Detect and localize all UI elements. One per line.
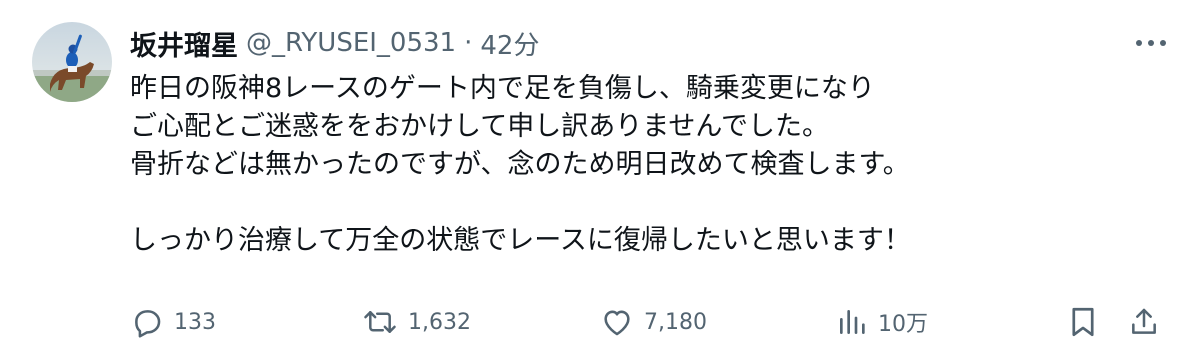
tweet[interactable]: 坂井瑠星 @_RYUSEI_0531 · 42分 昨日の阪神8レースのゲート内で…	[0, 0, 1201, 359]
tweet-text-line: 昨日の阪神8レースのゲート内で足を負傷し、騎乗変更になり	[130, 73, 875, 104]
tweet-text-line	[130, 184, 1160, 222]
bookmark-button[interactable]	[1068, 302, 1098, 342]
action-bar: 133 1,632 7,180 10万	[130, 302, 1170, 342]
display-name[interactable]: 坂井瑠星	[130, 24, 238, 63]
like-count: 7,180	[644, 309, 707, 335]
like-icon	[600, 305, 634, 339]
tweet-header: 坂井瑠星 @_RYUSEI_0531 · 42分	[130, 24, 539, 63]
reply-icon	[130, 305, 164, 339]
retweet-count: 1,632	[408, 309, 471, 335]
avatar-image	[32, 22, 112, 102]
bookmark-icon	[1068, 305, 1098, 339]
retweet-button[interactable]: 1,632	[362, 302, 471, 342]
tweet-text-line: ご心配とご迷惑ををおかけして申し訳ありませんでした。	[130, 111, 830, 142]
like-button[interactable]: 7,180	[600, 302, 707, 342]
timestamp[interactable]: 42分	[480, 25, 539, 62]
share-icon	[1128, 305, 1160, 339]
more-button[interactable]	[1131, 26, 1171, 60]
tweet-text: 昨日の阪神8レースのゲート内で足を負傷し、騎乗変更になり ご心配とご迷惑ををおか…	[130, 70, 1160, 260]
share-button[interactable]	[1128, 302, 1160, 342]
tweet-text-line: 骨折などは無かったのですが、念のため明日改めて検査します。	[130, 149, 910, 180]
retweet-icon	[362, 305, 398, 339]
reply-count: 133	[174, 309, 216, 335]
user-handle[interactable]: @_RYUSEI_0531	[246, 28, 456, 58]
separator: ·	[464, 28, 473, 58]
tweet-text-line: しっかり治療して万全の状態でレースに復帰したいと思います！	[130, 225, 911, 256]
views-count: 10万	[878, 312, 928, 337]
views-button[interactable]: 10万	[836, 302, 928, 342]
avatar[interactable]	[32, 22, 112, 102]
reply-button[interactable]: 133	[130, 302, 216, 342]
views-icon	[836, 305, 868, 339]
more-icon	[1134, 38, 1168, 48]
